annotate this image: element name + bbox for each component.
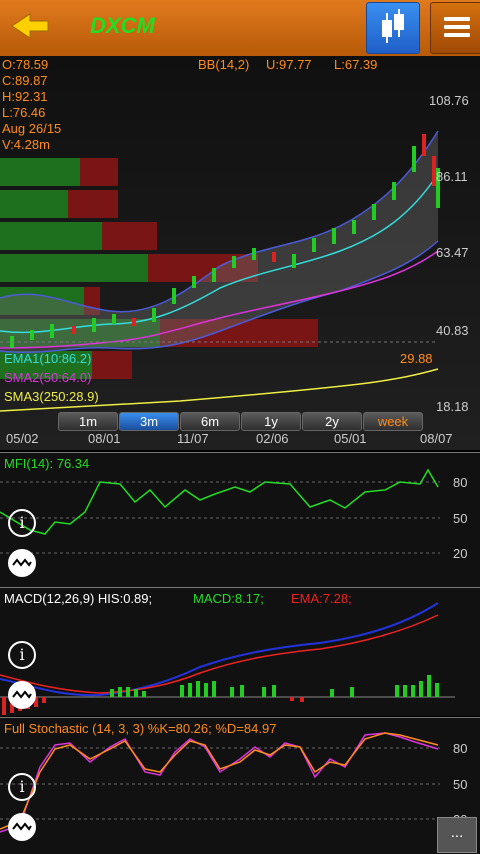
mfi-level: 50	[453, 511, 468, 526]
more-button[interactable]: ...	[437, 817, 477, 853]
info-icon[interactable]: i	[8, 641, 36, 669]
date-tick: 08/01	[88, 431, 121, 446]
date-tick: 08/07	[420, 431, 453, 446]
menu-icon	[444, 17, 470, 21]
menu-button[interactable]	[430, 2, 480, 54]
candlestick-icon	[382, 9, 404, 43]
sma3-label: SMA3(250:28.9)	[4, 389, 99, 404]
back-arrow-icon[interactable]	[10, 12, 50, 40]
mfi-level: 20	[453, 546, 468, 561]
info-icon[interactable]: i	[8, 773, 36, 801]
chart-type-button[interactable]	[366, 2, 420, 54]
date-tick: 05/02	[6, 431, 39, 446]
tab-1m[interactable]: 1m	[58, 412, 118, 431]
bb-upper: U:97.77	[266, 57, 312, 72]
tab-6m[interactable]: 6m	[180, 412, 240, 431]
ohlc-high: H:92.31	[2, 89, 48, 104]
stochastic-chart	[0, 732, 440, 833]
ohlc-volume: V:4.28m	[2, 137, 50, 152]
stoch-level: 50	[453, 777, 468, 792]
price-tick: 108.76	[429, 93, 469, 108]
bb-lower: L:67.39	[334, 57, 378, 72]
info-icon[interactable]: i	[8, 509, 36, 537]
wave-icon[interactable]	[8, 681, 36, 709]
tab-1y[interactable]: 1y	[241, 412, 301, 431]
wave-icon[interactable]	[8, 813, 36, 841]
bb-label: BB(14,2)	[198, 57, 250, 72]
sma2-label: SMA2(50:64.0)	[4, 370, 92, 385]
price-tick: 63.47	[436, 245, 469, 260]
last-price: 29.88	[400, 351, 433, 366]
date-tick: 11/07	[177, 431, 209, 446]
tab-2y[interactable]: 2y	[302, 412, 362, 431]
ema1-label: EMA1(10:86.2)	[4, 351, 92, 366]
ohlc-date: Aug 26/15	[2, 121, 62, 136]
ohlc-close: C:89.87	[2, 73, 48, 88]
top-bar: DXCM	[0, 0, 480, 56]
stoch-level: 80	[453, 741, 468, 756]
price-tick: 40.83	[436, 323, 469, 338]
ticker-title: DXCM	[90, 13, 155, 38]
mfi-chart	[0, 468, 440, 554]
ohlc-low: L:76.46	[2, 105, 46, 120]
ohlc-open: O:78.59	[2, 57, 49, 72]
wave-icon[interactable]	[8, 549, 36, 577]
tab-week[interactable]: week	[363, 412, 423, 431]
date-tick: 02/06	[256, 431, 289, 446]
date-tick: 05/01	[334, 431, 367, 446]
price-tick: 86.11	[436, 169, 468, 184]
macd-chart	[0, 602, 455, 715]
mfi-level: 80	[453, 475, 468, 490]
tab-3m[interactable]: 3m	[119, 412, 179, 431]
price-tick: 18.18	[436, 399, 469, 414]
